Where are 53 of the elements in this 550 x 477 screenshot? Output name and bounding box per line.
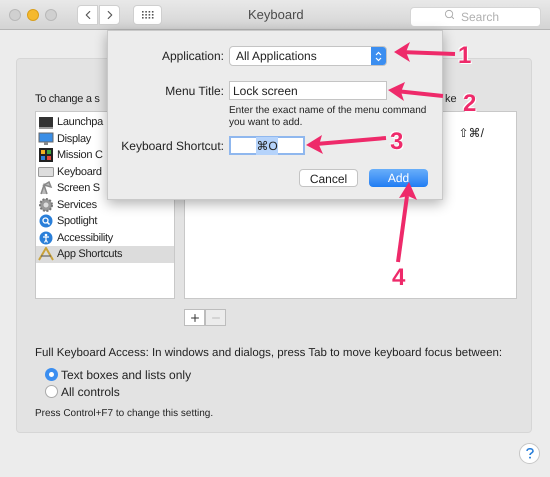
column-header: ke: [445, 92, 457, 107]
radio-option[interactable]: Text boxes and lists only: [45, 367, 531, 382]
annotation-number: 4: [392, 263, 406, 293]
up-down-chevron-icon: [375, 50, 382, 62]
note-text: Press Control+F7 to change this setting.: [35, 407, 214, 422]
annotation-number: 3: [390, 127, 404, 157]
grid-icon: [142, 10, 154, 18]
drafting-tool-icon: [38, 247, 54, 262]
help-button[interactable]: [519, 443, 540, 464]
keyboard-icon: [38, 166, 54, 177]
display-icon: [38, 132, 54, 146]
application-label: Application:: [160, 48, 224, 65]
category-item[interactable]: Services: [36, 196, 174, 213]
menu-title-field[interactable]: Lock screen: [229, 81, 387, 100]
menu-title-label: Menu Title:: [164, 82, 224, 100]
show-all-button[interactable]: [133, 4, 162, 24]
category-item[interactable]: Accessibility: [36, 230, 174, 246]
keyboard-access-label: Full Keyboard Access: In windows and dialogs, press Tab to move keyboard focus between:: [35, 346, 504, 361]
question-icon: [526, 448, 534, 459]
radio-option[interactable]: All controls: [45, 384, 531, 400]
radio-button[interactable]: [45, 385, 58, 398]
hint-text: Enter the exact name of the menu command you want to add.: [229, 105, 428, 129]
search-icon: [444, 8, 455, 20]
gear-icon: [39, 198, 53, 212]
monitor-icon: [38, 116, 54, 129]
category-item[interactable]: Spotlight: [36, 213, 174, 230]
search-icon: [39, 214, 53, 228]
shortcut-keys: ⇧⌘/: [458, 124, 484, 142]
keyboard-shortcut-field[interactable]: ⌘O: [229, 136, 305, 155]
category-item[interactable]: Keyboard: [36, 164, 174, 180]
plus-icon: [188, 312, 200, 324]
annotation-number: 2: [463, 89, 476, 119]
window-title: Keyboard: [248, 6, 304, 24]
windows-grid-icon: [39, 148, 53, 162]
camera-icon: [39, 181, 53, 196]
forward-button[interactable]: [99, 4, 120, 24]
cancel-button[interactable]: Cancel: [299, 169, 358, 187]
back-button[interactable]: [77, 4, 98, 24]
minimize-icon[interactable]: [27, 8, 39, 20]
application-popup[interactable]: All Applications: [229, 46, 387, 66]
keyboard-shortcut-label: Keyboard Shortcut:: [120, 138, 224, 154]
category-item[interactable]: Screen S: [36, 180, 174, 196]
annotation-arrow: [388, 82, 444, 101]
annotation-arrow: [394, 42, 456, 62]
add-button[interactable]: [184, 309, 205, 326]
accessibility-icon: [39, 230, 53, 245]
close-icon[interactable]: [9, 8, 21, 20]
annotation-number: 1: [458, 41, 472, 71]
zoom-icon[interactable]: [45, 8, 57, 20]
category-item[interactable]: Launchpa: [36, 114, 174, 130]
radio-button[interactable]: [45, 368, 58, 382]
search-field[interactable]: Search: [410, 6, 541, 26]
category-item[interactable]: App Shortcuts: [36, 246, 174, 262]
